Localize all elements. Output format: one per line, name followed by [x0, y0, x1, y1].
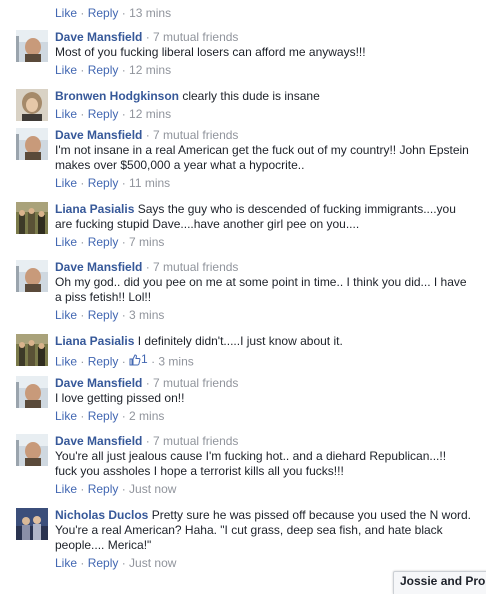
comment-timestamp[interactable]: 11 mins [129, 176, 170, 190]
reply-link[interactable]: Reply [88, 308, 119, 322]
comment-timestamp[interactable]: 2 mins [129, 409, 164, 423]
like-link[interactable]: Like [55, 482, 77, 496]
like-link[interactable]: Like [55, 308, 77, 322]
like-link[interactable]: Like [55, 176, 77, 190]
comment-text: I'm not insane in a real American get th… [55, 143, 469, 172]
comment-timestamp[interactable]: 3 mins [129, 308, 164, 322]
comment-actions: Like · Reply · Just now [55, 556, 177, 570]
comment-actions: Like · Reply · 12 mins [55, 107, 172, 121]
comment-author[interactable]: Liana Pasialis [55, 202, 134, 216]
comment-actions: Like · Reply · 3 mins [55, 308, 165, 322]
comment-author[interactable]: Dave Mansfield [55, 30, 142, 44]
comment-content: Bronwen Hodgkinson clearly this dude is … [55, 89, 471, 104]
comment-content: Dave Mansfield · 7 mutual friends I'm not… [55, 128, 469, 172]
like-link[interactable]: Like [55, 107, 77, 121]
comment-actions: Like · Reply · Just now [55, 482, 177, 496]
reply-link[interactable]: Reply [88, 235, 119, 249]
comment-content: Dave Mansfield · 7 mutual friends You're … [55, 434, 447, 478]
comment-timestamp[interactable]: 7 mins [129, 235, 164, 249]
reply-link[interactable]: Reply [88, 482, 119, 496]
comment-content: Dave Mansfield · 7 mutual friends I love … [55, 376, 239, 405]
comment-author[interactable]: Liana Pasialis [55, 334, 134, 348]
reply-link[interactable]: Reply [88, 176, 119, 190]
like-link[interactable]: Like [55, 556, 77, 570]
thumbs-up-icon [129, 353, 141, 366]
mutual-friends[interactable]: 7 mutual friends [153, 376, 238, 390]
chat-tab[interactable]: Jossie and Prom [393, 571, 486, 594]
avatar[interactable] [16, 89, 48, 121]
comment-author[interactable]: Nicholas Duclos [55, 508, 148, 522]
avatar[interactable] [16, 434, 48, 466]
comment-timestamp[interactable]: Just now [129, 556, 176, 570]
comment-timestamp[interactable]: 12 mins [129, 107, 171, 121]
previous-comment-actions: Like · Reply · 13 mins [55, 6, 172, 20]
mutual-friends[interactable]: 7 mutual friends [153, 128, 238, 142]
comment-timestamp[interactable]: 12 mins [129, 63, 171, 77]
comment-actions: Like · Reply · 1 · 3 mins [55, 352, 194, 369]
avatar[interactable] [16, 376, 48, 408]
comment-body: Dave Mansfield · 7 mutual friends Oh my g… [55, 260, 471, 323]
comment-actions: Like · Reply · 7 mins [55, 235, 165, 249]
comment-author[interactable]: Dave Mansfield [55, 376, 142, 390]
comment-content: Liana Pasialis Says the guy who is desce… [55, 202, 471, 232]
comment-text: I definitely didn't.....I just know abou… [137, 334, 343, 348]
mutual-friends[interactable]: 7 mutual friends [153, 260, 238, 274]
comment-body: Liana Pasialis I definitely didn't.....I… [55, 334, 471, 370]
comment-content: Dave Mansfield · 7 mutual friends Oh my g… [55, 260, 467, 304]
comment-content: Nicholas Duclos Pretty sure he was pisse… [55, 508, 471, 553]
avatar[interactable] [16, 508, 48, 540]
mutual-friends[interactable]: 7 mutual friends [153, 30, 238, 44]
comment-text: Oh my god.. did you pee on me at some po… [55, 275, 467, 304]
like-link[interactable]: Like [55, 355, 77, 369]
comment-body: Dave Mansfield · 7 mutual friends I'm not… [55, 128, 471, 191]
comment-author[interactable]: Dave Mansfield [55, 434, 142, 448]
comment-timestamp: 13 mins [129, 6, 172, 20]
avatar[interactable] [16, 334, 48, 366]
comment-text: You're all just jealous cause I'm fuckin… [55, 449, 447, 478]
comment-author[interactable]: Dave Mansfield [55, 260, 142, 274]
comment-body: Nicholas Duclos Pretty sure he was pisse… [55, 508, 471, 571]
chat-tab-label: Jossie and Prom [400, 574, 486, 588]
reply-link[interactable]: Reply [88, 107, 119, 121]
reply-link[interactable]: Reply [88, 556, 119, 570]
comment-body: Bronwen Hodgkinson clearly this dude is … [55, 89, 471, 122]
reply-link[interactable]: Reply [88, 409, 119, 423]
comment-body: Dave Mansfield · 7 mutual friends I love … [55, 376, 471, 424]
comment-body: Dave Mansfield · 7 mutual friends Most of… [55, 30, 471, 78]
comment-text: I love getting pissed on!! [55, 391, 185, 405]
like-link[interactable]: Like [55, 235, 77, 249]
like-link[interactable]: Like [55, 63, 77, 77]
avatar[interactable] [16, 260, 48, 292]
comment-author[interactable]: Bronwen Hodgkinson [55, 89, 179, 103]
like-link[interactable]: Like [55, 6, 77, 20]
comment-timestamp[interactable]: Just now [129, 482, 176, 496]
reply-link[interactable]: Reply [88, 6, 119, 20]
avatar[interactable] [16, 30, 48, 62]
mutual-friends[interactable]: 7 mutual friends [153, 434, 238, 448]
comment-content: Dave Mansfield · 7 mutual friends Most of… [55, 30, 366, 59]
comment-body: Dave Mansfield · 7 mutual friends You're … [55, 434, 471, 497]
avatar[interactable] [16, 202, 48, 234]
comment-body: Liana Pasialis Says the guy who is desce… [55, 202, 471, 250]
comment-author[interactable]: Dave Mansfield [55, 128, 142, 142]
comment-actions: Like · Reply · 11 mins [55, 176, 171, 190]
comment-content: Liana Pasialis I definitely didn't.....I… [55, 334, 471, 349]
avatar[interactable] [16, 128, 48, 160]
comment-actions: Like · Reply · 12 mins [55, 63, 172, 77]
like-count[interactable]: 1 [129, 352, 148, 367]
like-count-value: 1 [141, 352, 148, 366]
comment-actions: Like · Reply · 2 mins [55, 409, 165, 423]
comment-text: clearly this dude is insane [182, 89, 320, 103]
reply-link[interactable]: Reply [88, 355, 119, 369]
reply-link[interactable]: Reply [88, 63, 119, 77]
like-link[interactable]: Like [55, 409, 77, 423]
comment-timestamp[interactable]: 3 mins [158, 355, 193, 369]
comment-text: Most of you fucking liberal losers can a… [55, 45, 366, 59]
